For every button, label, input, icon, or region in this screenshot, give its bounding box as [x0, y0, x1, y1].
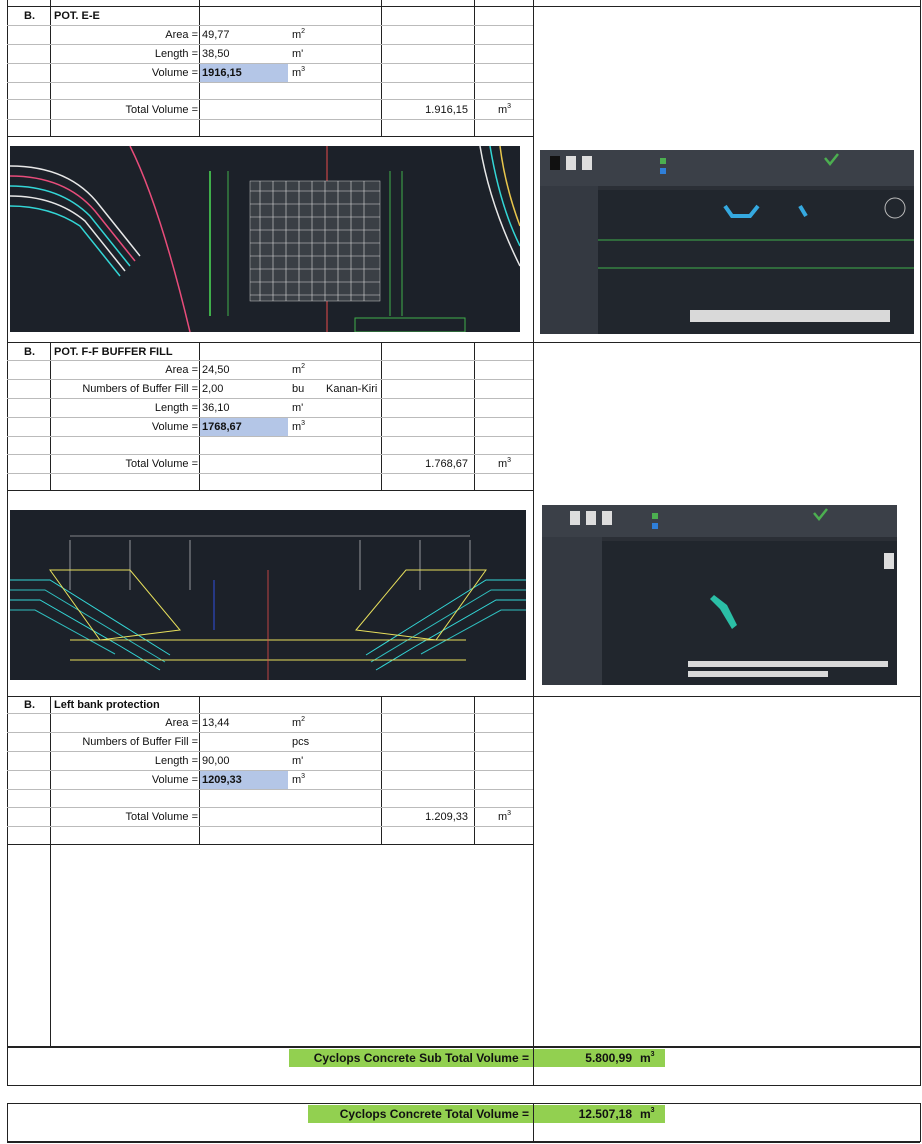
- area-label: Area =: [165, 717, 198, 729]
- section-letter: B.: [24, 10, 35, 22]
- cad-drawing-pot-e: [10, 146, 520, 332]
- section-letter: B.: [24, 346, 35, 358]
- total-volume-label: Total Volume =: [125, 104, 198, 116]
- section-letter: B.: [24, 699, 35, 711]
- total-volume-value: 1.768,67: [425, 458, 468, 470]
- length-label: Length =: [154, 755, 198, 767]
- volume-label: Volume =: [151, 421, 198, 433]
- buffer-count-label: Numbers of Buffer Fill =: [82, 736, 198, 748]
- area-value: 24,50: [202, 364, 230, 376]
- volume-unit: m3: [292, 773, 306, 786]
- buffer-count-unit: pcs: [292, 736, 310, 748]
- length-value: 38,50: [202, 48, 230, 60]
- length-unit: m': [292, 402, 304, 414]
- subtotal-unit: m3: [640, 1051, 655, 1065]
- volume-unit: m3: [292, 66, 306, 79]
- length-unit: m': [292, 755, 304, 767]
- volume-unit: m3: [292, 420, 306, 433]
- grandtotal-label: Cyclops Concrete Total Volume =: [339, 1107, 529, 1121]
- area-value: 13,44: [202, 717, 230, 729]
- volume-value: 1916,15: [202, 67, 242, 79]
- total-volume-label: Total Volume =: [125, 811, 198, 823]
- area-label: Area =: [165, 29, 198, 41]
- subtotal-label: Cyclops Concrete Sub Total Volume =: [313, 1051, 529, 1065]
- total-volume-label: Total Volume =: [125, 458, 198, 470]
- grandtotal-unit: m3: [640, 1107, 655, 1121]
- buffer-count-note: Kanan-Kiri: [326, 383, 378, 395]
- area-unit: m2: [292, 363, 306, 376]
- total-volume-unit: m3: [498, 103, 512, 116]
- volume-label: Volume =: [151, 774, 198, 786]
- subtotal-value: 5.800,99: [585, 1051, 632, 1065]
- length-unit: m': [292, 48, 304, 60]
- section-title: Left bank protection: [54, 699, 160, 711]
- volume-value: 1209,33: [202, 774, 242, 786]
- volume-label: Volume =: [151, 67, 198, 79]
- buffer-count-unit: bu: [292, 383, 305, 395]
- area-label: Area =: [165, 364, 198, 376]
- area-unit: m2: [292, 716, 306, 729]
- length-value: 36,10: [202, 402, 230, 414]
- length-label: Length =: [154, 48, 198, 60]
- volume-value: 1768,67: [202, 421, 242, 433]
- buffer-count-value: 2,00: [202, 383, 224, 395]
- total-volume-value: 1.916,15: [425, 104, 468, 116]
- autocad-screenshot-1: [540, 150, 914, 334]
- section-title: POT. F-F BUFFER FILL: [54, 346, 173, 358]
- total-volume-unit: m3: [498, 457, 512, 470]
- length-label: Length =: [154, 402, 198, 414]
- section-title: POT. E-E: [54, 10, 100, 22]
- area-unit: m2: [292, 28, 306, 41]
- autocad-screenshot-2: [542, 505, 897, 685]
- cad-drawing-buffer-fill: [10, 510, 526, 680]
- grandtotal-value: 12.507,18: [578, 1107, 632, 1121]
- area-value: 49,77: [202, 29, 230, 41]
- total-volume-unit: m3: [498, 810, 512, 823]
- length-value: 90,00: [202, 755, 230, 767]
- total-volume-value: 1.209,33: [425, 811, 468, 823]
- buffer-count-label: Numbers of Buffer Fill =: [82, 383, 198, 395]
